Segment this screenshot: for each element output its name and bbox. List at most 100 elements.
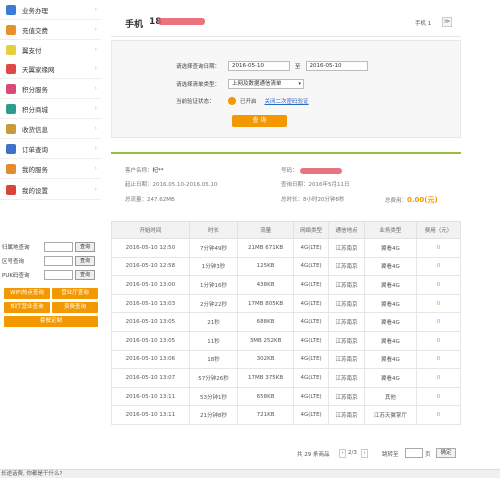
pager-page: 2/3 bbox=[348, 450, 357, 456]
table-cell: 翼看4G bbox=[363, 275, 418, 295]
table-cell: 4G(LTE) bbox=[292, 405, 330, 425]
list-type-select[interactable]: 上网及数据通信清单 ▾ bbox=[228, 79, 304, 89]
table-row: 2016-05-10 12:50 7分钟49秒 21MB 671KB 4G(LTE) 江… bbox=[111, 238, 461, 258]
fee-value: 0.00(元) bbox=[407, 196, 438, 204]
sidebar-item[interactable]: 我的设置 › bbox=[0, 180, 101, 200]
sidebar-item-label: 我的服务 bbox=[22, 165, 48, 174]
pager-next-button[interactable]: › bbox=[361, 449, 368, 458]
table-cell: 4G(LTE) bbox=[292, 275, 330, 295]
sidebar-item[interactable]: 积分商城 › bbox=[0, 99, 101, 119]
sidebar-item[interactable]: 业务办理 › bbox=[0, 0, 101, 20]
table-cell: 57分钟26秒 bbox=[188, 368, 239, 388]
sidebar-action-button[interactable]: 知厅营业查询 bbox=[4, 302, 50, 313]
quick-query-input[interactable] bbox=[44, 270, 73, 280]
pager-confirm-button[interactable]: 确定 bbox=[436, 448, 456, 458]
table-cell: 125KB bbox=[237, 256, 294, 277]
verify-status: 已开启 bbox=[240, 99, 257, 105]
table-cell: 翼看4G bbox=[363, 238, 418, 258]
table-cell: 1分钟3秒 bbox=[188, 256, 239, 277]
table-row: 2016-05-10 13:07 57分钟26秒 17MB 375KB 4G(LTE)… bbox=[111, 368, 461, 388]
table-cell: 2016-05-10 12:58 bbox=[111, 256, 190, 277]
sidebar-item-icon bbox=[6, 63, 16, 74]
query-date-label: 查询日期： bbox=[281, 182, 309, 188]
sidebar-item-label: 积分商城 bbox=[22, 105, 48, 114]
table-row: 2016-05-10 13:05 11秒 3MB 252KB 4G(LTE) 江苏南京翼… bbox=[111, 330, 461, 351]
table-cell: 翼看4G bbox=[363, 368, 418, 388]
pager-goto-input[interactable] bbox=[405, 448, 423, 458]
fee-label: 总费用： bbox=[385, 198, 408, 204]
table-cell: 0 bbox=[416, 312, 461, 332]
table-cell: 17MB 805KB bbox=[237, 293, 294, 314]
table-cell: 21秒 bbox=[188, 312, 239, 332]
customer-number-label: 号码： bbox=[281, 168, 298, 174]
table-cell: 江苏南京 bbox=[328, 293, 365, 314]
quick-query-input[interactable] bbox=[44, 242, 73, 252]
quick-query-input[interactable] bbox=[44, 256, 73, 266]
table-cell: 翼看4G bbox=[363, 349, 418, 370]
table-cell: 2016-05-10 13:06 bbox=[111, 349, 190, 370]
table-cell: 翼看4G bbox=[363, 293, 418, 314]
redacted-customer-number bbox=[299, 167, 342, 174]
quick-query-button[interactable]: 查询 bbox=[75, 270, 95, 280]
chevron-right-icon: › bbox=[94, 26, 97, 33]
table-row: 2016-05-10 13:11 53分钟1秒 658KB 4G(LTE) 江苏南京 其他… bbox=[111, 386, 461, 407]
chevron-right-icon: › bbox=[94, 6, 97, 13]
sidebar-item[interactable]: 充值交费 › bbox=[0, 20, 101, 40]
sidebar-item[interactable]: 订单查询 › bbox=[0, 139, 101, 159]
query-filter-panel: 请选择查询日期： 2016-05-10 至 2016-05-10 请选择清单类型… bbox=[111, 40, 461, 138]
phone-selector-label[interactable]: 手机 1 bbox=[415, 19, 431, 27]
table-cell: 江苏南京 bbox=[328, 312, 365, 332]
table-cell: 11秒 bbox=[188, 330, 239, 351]
table-cell: 21MB 671KB bbox=[237, 238, 294, 258]
sidebar-item-label: 翼支付 bbox=[22, 46, 42, 55]
sidebar-item-icon bbox=[6, 4, 16, 15]
sidebar-item-icon bbox=[6, 103, 16, 114]
table-cell: 江苏南京 bbox=[328, 349, 365, 370]
column-header: 费用（元） bbox=[416, 221, 461, 239]
disable-verify-link[interactable]: 关闭二次密码验证 bbox=[265, 97, 309, 105]
browser-status-bar: 长途话费, 你都是干什么? bbox=[0, 469, 500, 478]
column-header: 流量 bbox=[237, 221, 294, 239]
sidebar-action-button[interactable]: 套餐定制 bbox=[4, 316, 98, 327]
chevron-right-icon: › bbox=[94, 125, 97, 132]
phone-selector-dropdown[interactable]: ≫ bbox=[442, 17, 452, 27]
column-header: 开始时间 bbox=[111, 221, 190, 239]
sidebar-item[interactable]: 翼支付 › bbox=[0, 40, 101, 60]
query-button[interactable]: 查 询 bbox=[232, 115, 287, 127]
sidebar-action-button[interactable]: 资费查询 bbox=[52, 302, 98, 313]
pager-prev-button[interactable]: ‹ bbox=[339, 449, 346, 458]
quick-query-button[interactable]: 查询 bbox=[75, 242, 95, 252]
main-content: 手机 18 手机 1 ≫ 请选择查询日期： 2016-05-10 至 2016-… bbox=[111, 0, 463, 478]
table-row: 2016-05-10 13:05 21秒 688KB 4G(LTE) 江苏南京 翼看4G 0 bbox=[111, 312, 461, 332]
date-separator: 至 bbox=[295, 64, 301, 70]
column-header: 网络类型 bbox=[292, 221, 330, 239]
table-cell: 302KB bbox=[237, 349, 294, 370]
sidebar-item[interactable]: 我的服务 › bbox=[0, 159, 101, 179]
sidebar-action-button[interactable]: 营业厅查询 bbox=[52, 288, 98, 299]
sidebar-item[interactable]: 天翼家缘网 › bbox=[0, 59, 101, 79]
sidebar-item-icon bbox=[6, 83, 16, 94]
table-cell: 江苏天翼掌厅 bbox=[363, 405, 418, 425]
table-cell: 江苏南京 bbox=[328, 386, 365, 407]
table-header-row: 开始时间 时长 流量 网络类型 通信地点 业务类型 费用（元） bbox=[111, 221, 461, 239]
sidebar-item[interactable]: 积分服务 › bbox=[0, 79, 101, 99]
table-cell: 其他 bbox=[363, 386, 418, 407]
chevron-right-icon: › bbox=[94, 85, 97, 92]
traffic-label: 总流量： bbox=[125, 197, 148, 203]
sidebar-action-button[interactable]: WIFI热点查询 bbox=[4, 288, 50, 299]
table-cell: 2016-05-10 13:07 bbox=[111, 368, 190, 388]
date-from-input[interactable]: 2016-05-10 bbox=[228, 61, 290, 71]
sidebar-item-label: 订单查询 bbox=[22, 145, 48, 154]
customer-name-label: 客户名称： bbox=[125, 168, 153, 174]
status-text: 长途话费, 你都是干什么? bbox=[1, 471, 63, 477]
sidebar-item[interactable]: 收货信息 › bbox=[0, 119, 101, 139]
sidebar-item-label: 积分服务 bbox=[22, 85, 48, 94]
phone-header: 手机 18 手机 1 ≫ bbox=[111, 7, 461, 37]
chevron-right-icon: › bbox=[94, 145, 97, 152]
table-cell: 21分钟8秒 bbox=[188, 405, 239, 425]
sidebar-item-label: 我的设置 bbox=[22, 186, 48, 195]
table-cell: 4G(LTE) bbox=[292, 293, 330, 314]
date-to-input[interactable]: 2016-05-10 bbox=[305, 61, 368, 71]
quick-query-button[interactable]: 查询 bbox=[75, 256, 95, 266]
chevron-right-icon: › bbox=[94, 46, 97, 53]
